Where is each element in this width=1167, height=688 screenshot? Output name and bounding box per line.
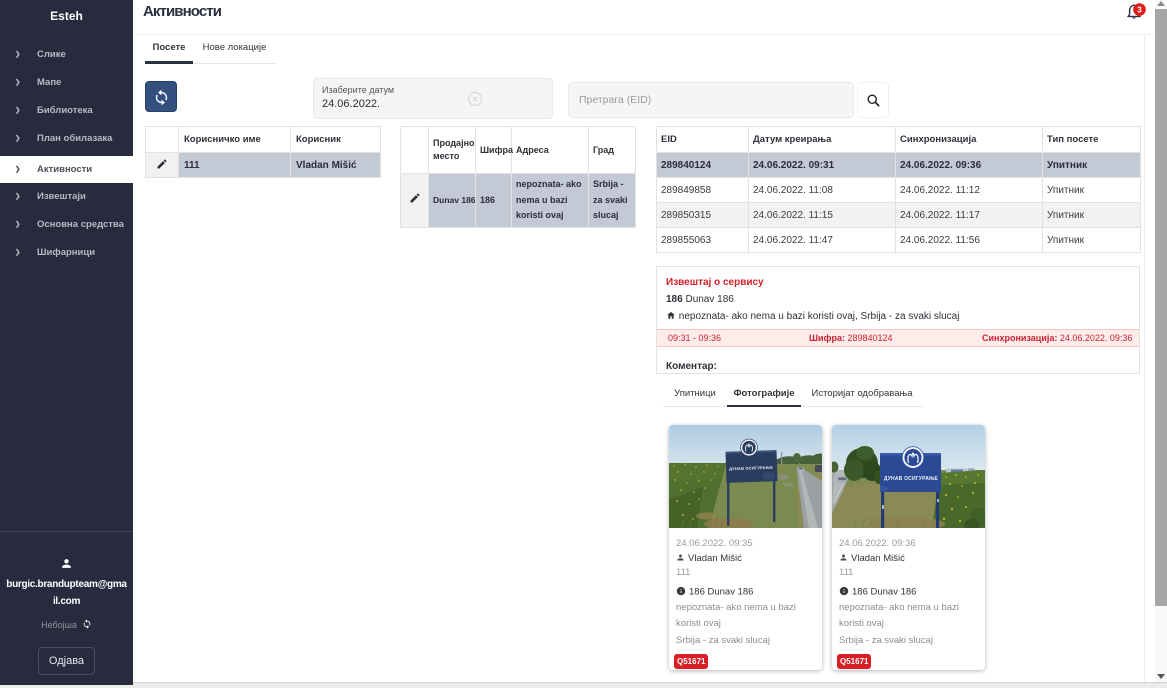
svg-text:ДУНАВ ОСИГУРАЊЕ: ДУНАВ ОСИГУРАЊЕ	[884, 476, 939, 482]
svg-text:3: 3	[1137, 5, 1142, 15]
